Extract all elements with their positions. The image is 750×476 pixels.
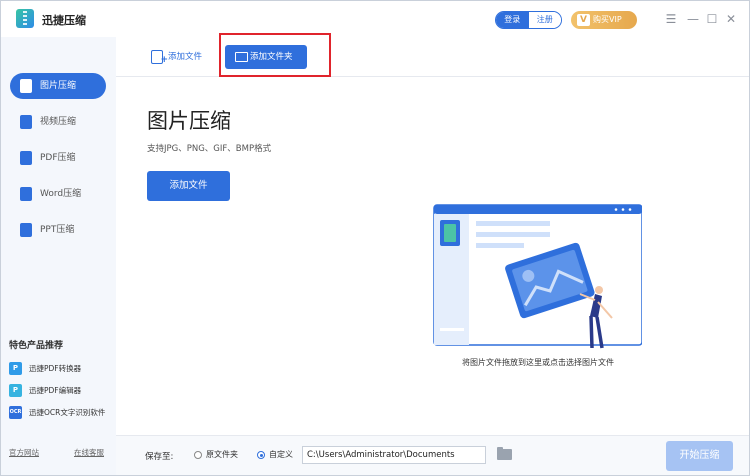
close-icon[interactable]: ✕: [723, 11, 739, 27]
save-to-label: 保存至:: [145, 452, 174, 462]
supported-formats-text: 支持JPG、PNG、GIF、BMP格式: [147, 144, 272, 154]
featured-ocr[interactable]: OCR 迅捷OCR文字识别软件: [9, 406, 105, 420]
official-website-link[interactable]: 官方网站: [9, 447, 39, 458]
featured-label: 迅捷PDF编辑器: [29, 386, 82, 395]
pdf-editor-icon: P: [9, 384, 22, 397]
pdf-converter-icon: P: [9, 362, 22, 375]
radio-checked-icon: [257, 451, 265, 459]
sidebar-item-label: PDF压缩: [40, 153, 76, 163]
auth-button-group: 登录 注册: [495, 11, 562, 29]
featured-pdf-converter[interactable]: P 迅捷PDF转换器: [9, 362, 81, 376]
video-compress-icon: [20, 115, 32, 129]
sidebar-item-label: 视频压缩: [40, 117, 77, 127]
sidebar-item-image-compress[interactable]: 图片压缩: [10, 73, 106, 99]
browse-folder-icon[interactable]: [497, 447, 512, 460]
vip-crown-icon: V: [577, 14, 590, 26]
toolbar-add-file-label: 添加文件: [168, 52, 203, 62]
minimize-icon[interactable]: —: [685, 11, 701, 27]
sidebar-item-pdf-compress[interactable]: PDF压缩: [10, 145, 106, 171]
drop-hint-text: 将图片文件拖放到这里或点击选择图片文件: [462, 358, 614, 367]
online-support-link[interactable]: 在线客服: [74, 447, 104, 458]
sidebar-item-label: 图片压缩: [40, 81, 77, 91]
sidebar-item-word-compress[interactable]: Word压缩: [10, 181, 106, 207]
toolbar-add-file-button[interactable]: 添加文件: [151, 48, 203, 69]
radio-custom-label: 自定义: [269, 450, 293, 459]
featured-label: 迅捷OCR文字识别软件: [29, 408, 106, 417]
menu-icon[interactable]: ☰: [663, 11, 679, 27]
sidebar-item-ppt-compress[interactable]: PPT压缩: [10, 217, 106, 243]
radio-custom-folder[interactable]: 自定义: [257, 448, 293, 462]
radio-original-folder[interactable]: 原文件夹: [194, 448, 238, 462]
sidebar: 图片压缩 视频压缩 PDF压缩 Word压缩 PPT压缩 特色产品推荐 P 迅捷…: [1, 37, 116, 475]
add-file-icon: [151, 50, 168, 69]
ppt-compress-icon: [20, 223, 32, 237]
image-compress-icon: [20, 79, 32, 93]
title-bar: 迅捷压缩 登录 注册 V 购买VIP ☰ — ☐ ✕: [1, 1, 749, 37]
featured-label: 迅捷PDF转换器: [29, 364, 82, 373]
output-path-input[interactable]: [302, 446, 486, 464]
buy-vip-label: 购买VIP: [593, 15, 622, 24]
start-compress-button[interactable]: 开始压缩: [666, 441, 733, 471]
word-compress-icon: [20, 187, 32, 201]
buy-vip-button[interactable]: V 购买VIP: [571, 11, 637, 29]
pdf-compress-icon: [20, 151, 32, 165]
radio-unchecked-icon: [194, 451, 202, 459]
sidebar-item-label: Word压缩: [40, 189, 82, 199]
radio-original-label: 原文件夹: [206, 450, 238, 459]
sidebar-item-video-compress[interactable]: 视频压缩: [10, 109, 106, 135]
app-title: 迅捷压缩: [42, 14, 86, 27]
maximize-icon[interactable]: ☐: [704, 11, 720, 27]
featured-products-title: 特色产品推荐: [9, 341, 64, 351]
register-button[interactable]: 注册: [528, 12, 561, 28]
ocr-icon: OCR: [9, 406, 22, 419]
login-button[interactable]: 登录: [496, 12, 529, 28]
highlight-annotation-box: [219, 33, 331, 77]
main-panel: 添加文件 添加文件夹 图片压缩 支持JPG、PNG、GIF、BMP格式 添加文件: [116, 33, 749, 475]
page-title: 图片压缩: [147, 109, 231, 133]
app-logo-icon: [16, 9, 34, 28]
featured-pdf-editor[interactable]: P 迅捷PDF编辑器: [9, 384, 81, 398]
toolbar: 添加文件 添加文件夹: [116, 33, 749, 77]
bottom-bar: 保存至: 原文件夹 自定义 开始压缩: [116, 435, 749, 475]
add-file-button[interactable]: 添加文件: [147, 171, 230, 201]
sidebar-item-label: PPT压缩: [40, 225, 75, 235]
app-window: 迅捷压缩 登录 注册 V 购买VIP ☰ — ☐ ✕ 图片压缩 视频压缩 PDF…: [0, 0, 750, 476]
